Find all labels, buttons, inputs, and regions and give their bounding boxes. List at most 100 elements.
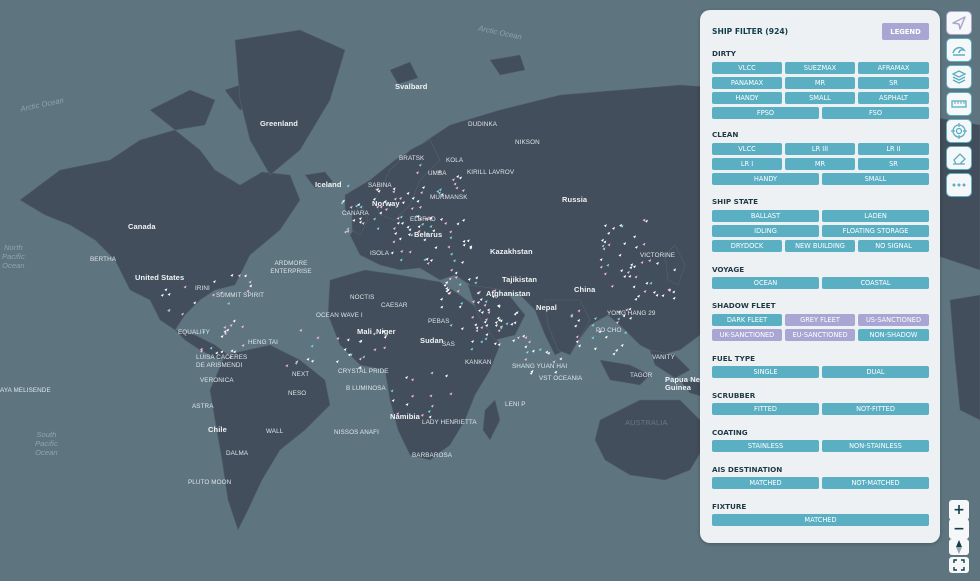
filter-button-dirty-fpso[interactable]: FPSO: [712, 107, 819, 119]
filter-button-dual[interactable]: DUAL: [822, 366, 929, 378]
filter-button-ballast[interactable]: BALLAST: [712, 210, 819, 222]
ship-label[interactable]: TAGOR: [630, 372, 652, 379]
ship-label[interactable]: YONG HANG 29: [607, 310, 655, 317]
filter-button-grey-fleet[interactable]: GREY FLEET: [785, 314, 855, 326]
ship-label[interactable]: B LUMINOSA: [346, 385, 386, 392]
ship-label[interactable]: PEBAS: [428, 318, 450, 325]
filter-button-ocean[interactable]: OCEAN: [712, 277, 819, 289]
ship-label[interactable]: OCEAN WAVE I: [316, 312, 363, 319]
weather-tool-button[interactable]: [946, 38, 972, 62]
ship-label[interactable]: VANITY: [652, 354, 675, 361]
ship-label[interactable]: DUDINKA: [468, 121, 497, 128]
filter-button-eu-sanctioned[interactable]: EU-SANCTIONED: [785, 329, 855, 341]
ship-label[interactable]: LUISA CACERES DE ARISMENDI: [196, 354, 256, 370]
ship-label[interactable]: KANKAN: [465, 359, 492, 366]
filter-button-non-shadow[interactable]: NON-SHADOW: [858, 329, 929, 341]
ship-label[interactable]: ELBRAD: [410, 216, 436, 223]
ship-label[interactable]: NOCTIS: [350, 294, 374, 301]
ship-label[interactable]: VST OCEANIA: [539, 375, 582, 382]
zoom-out-button[interactable]: −: [949, 519, 969, 539]
filter-button-uk-sanctioned[interactable]: UK-SANCTIONED: [712, 329, 782, 341]
filter-button-dark-fleet[interactable]: DARK FLEET: [712, 314, 782, 326]
ship-label[interactable]: UMBA: [428, 170, 447, 177]
filter-button-clean-mr[interactable]: MR: [785, 158, 855, 170]
ship-label[interactable]: MURMANSK: [430, 194, 468, 201]
filter-button-dirty-fso[interactable]: FSO: [822, 107, 929, 119]
filter-button-clean-lr1[interactable]: LR I: [712, 158, 782, 170]
ship-label[interactable]: DALMA: [226, 450, 248, 457]
filter-button-coastal[interactable]: COASTAL: [822, 277, 929, 289]
ship-label[interactable]: SAS: [442, 341, 455, 348]
ship-label[interactable]: IRINI: [195, 285, 210, 292]
target-tool-button[interactable]: [946, 119, 972, 143]
ship-label[interactable]: SABINA: [368, 182, 392, 189]
ship-label[interactable]: CAESAR: [381, 302, 408, 309]
filter-button-clean-handy[interactable]: HANDY: [712, 173, 819, 185]
ship-label[interactable]: EQUALITY: [178, 329, 210, 336]
filter-button-clean-lr3[interactable]: LR III: [785, 143, 855, 155]
filter-button-ais-not-matched[interactable]: NOT-MATCHED: [822, 477, 929, 489]
filter-button-stainless[interactable]: STAINLESS: [712, 440, 819, 452]
filter-button-us-sanctioned[interactable]: US-SANCTIONED: [858, 314, 929, 326]
filter-button-single[interactable]: SINGLE: [712, 366, 819, 378]
filter-button-dirty-aframax[interactable]: AFRAMAX: [858, 62, 929, 74]
filter-button-not-fitted[interactable]: NOT-FITTED: [822, 403, 929, 415]
ship-label[interactable]: NESO: [288, 390, 306, 397]
filter-button-dirty-small[interactable]: SMALL: [785, 92, 855, 104]
ship-label[interactable]: CRYSTAL PRIDE: [338, 368, 389, 375]
ship-label[interactable]: BRATSK: [399, 155, 424, 162]
filter-button-dirty-sr[interactable]: SR: [858, 77, 929, 89]
more-tool-button[interactable]: [946, 173, 972, 197]
ship-label[interactable]: KOLA: [446, 157, 463, 164]
fullscreen-button[interactable]: [949, 557, 969, 573]
filter-button-clean-sr[interactable]: SR: [858, 158, 929, 170]
filter-button-clean-vlcc[interactable]: VLCC: [712, 143, 782, 155]
legend-button[interactable]: LEGEND: [882, 23, 929, 40]
zoom-in-button[interactable]: +: [949, 500, 969, 520]
filter-button-idling[interactable]: IDLING: [712, 225, 819, 237]
filter-button-ais-matched[interactable]: MATCHED: [712, 477, 819, 489]
ship-label[interactable]: NIKSON: [515, 139, 540, 146]
ruler-tool-button[interactable]: [946, 92, 972, 116]
filter-button-floating-storage[interactable]: FLOATING STORAGE: [822, 225, 929, 237]
filter-button-dirty-suezmax[interactable]: SUEZMAX: [785, 62, 855, 74]
filter-button-no-signal[interactable]: NO SIGNAL: [858, 240, 929, 252]
filter-button-dirty-panamax[interactable]: PANAMAX: [712, 77, 782, 89]
ship-label[interactable]: BARBAROSA: [412, 452, 452, 459]
filter-button-clean-lr2[interactable]: LR II: [858, 143, 929, 155]
ship-label[interactable]: VERONICA: [200, 377, 234, 384]
filter-button-clean-small[interactable]: SMALL: [822, 173, 929, 185]
ship-label[interactable]: PLUTO MOON: [188, 479, 231, 486]
filter-button-new-building[interactable]: NEW BUILDING: [785, 240, 855, 252]
ship-label[interactable]: CANARA: [342, 210, 369, 217]
ship-label[interactable]: LENI P: [505, 401, 526, 408]
filter-button-dirty-handy[interactable]: HANDY: [712, 92, 782, 104]
ship-label[interactable]: ARDMORE ENTERPRISE: [266, 260, 316, 276]
filter-button-dirty-asphalt[interactable]: ASPHALT: [858, 92, 929, 104]
filter-button-non-stainless[interactable]: NON-STAINLESS: [822, 440, 929, 452]
filter-button-fixture-matched[interactable]: MATCHED: [712, 514, 929, 526]
ship-label[interactable]: LADY HENRIETTA: [422, 419, 477, 426]
ship-label[interactable]: NEXT: [292, 371, 309, 378]
filter-button-fitted[interactable]: FITTED: [712, 403, 819, 415]
ship-label[interactable]: HENG TAI: [248, 339, 278, 346]
ship-label[interactable]: ISOLA: [370, 250, 389, 257]
ship-label[interactable]: AYA MELISENDE: [0, 387, 51, 394]
ship-label[interactable]: SHANG YUAN HAI: [512, 363, 567, 370]
ship-label[interactable]: KIRILL LAVROV: [467, 169, 514, 176]
ship-label[interactable]: SUMMIT SPIRIT: [216, 292, 264, 299]
ship-label[interactable]: WALL: [266, 428, 283, 435]
filter-button-laden[interactable]: LADEN: [822, 210, 929, 222]
ship-label[interactable]: BERTHA: [90, 256, 116, 263]
ship-label[interactable]: NISSOS ANAFI: [334, 429, 379, 436]
filter-button-dirty-mr[interactable]: MR: [785, 77, 855, 89]
layers-tool-button[interactable]: [946, 65, 972, 89]
filter-button-dirty-vlcc[interactable]: VLCC: [712, 62, 782, 74]
compass-button[interactable]: [949, 539, 969, 555]
ship-label[interactable]: PO CHO: [596, 327, 621, 334]
ship-label[interactable]: ASTRA: [192, 403, 214, 410]
eraser-tool-button[interactable]: [946, 146, 972, 170]
navigation-tool-button[interactable]: [946, 11, 972, 35]
ship-label[interactable]: VICTORINE: [640, 252, 675, 259]
filter-button-drydock[interactable]: DRYDOCK: [712, 240, 782, 252]
